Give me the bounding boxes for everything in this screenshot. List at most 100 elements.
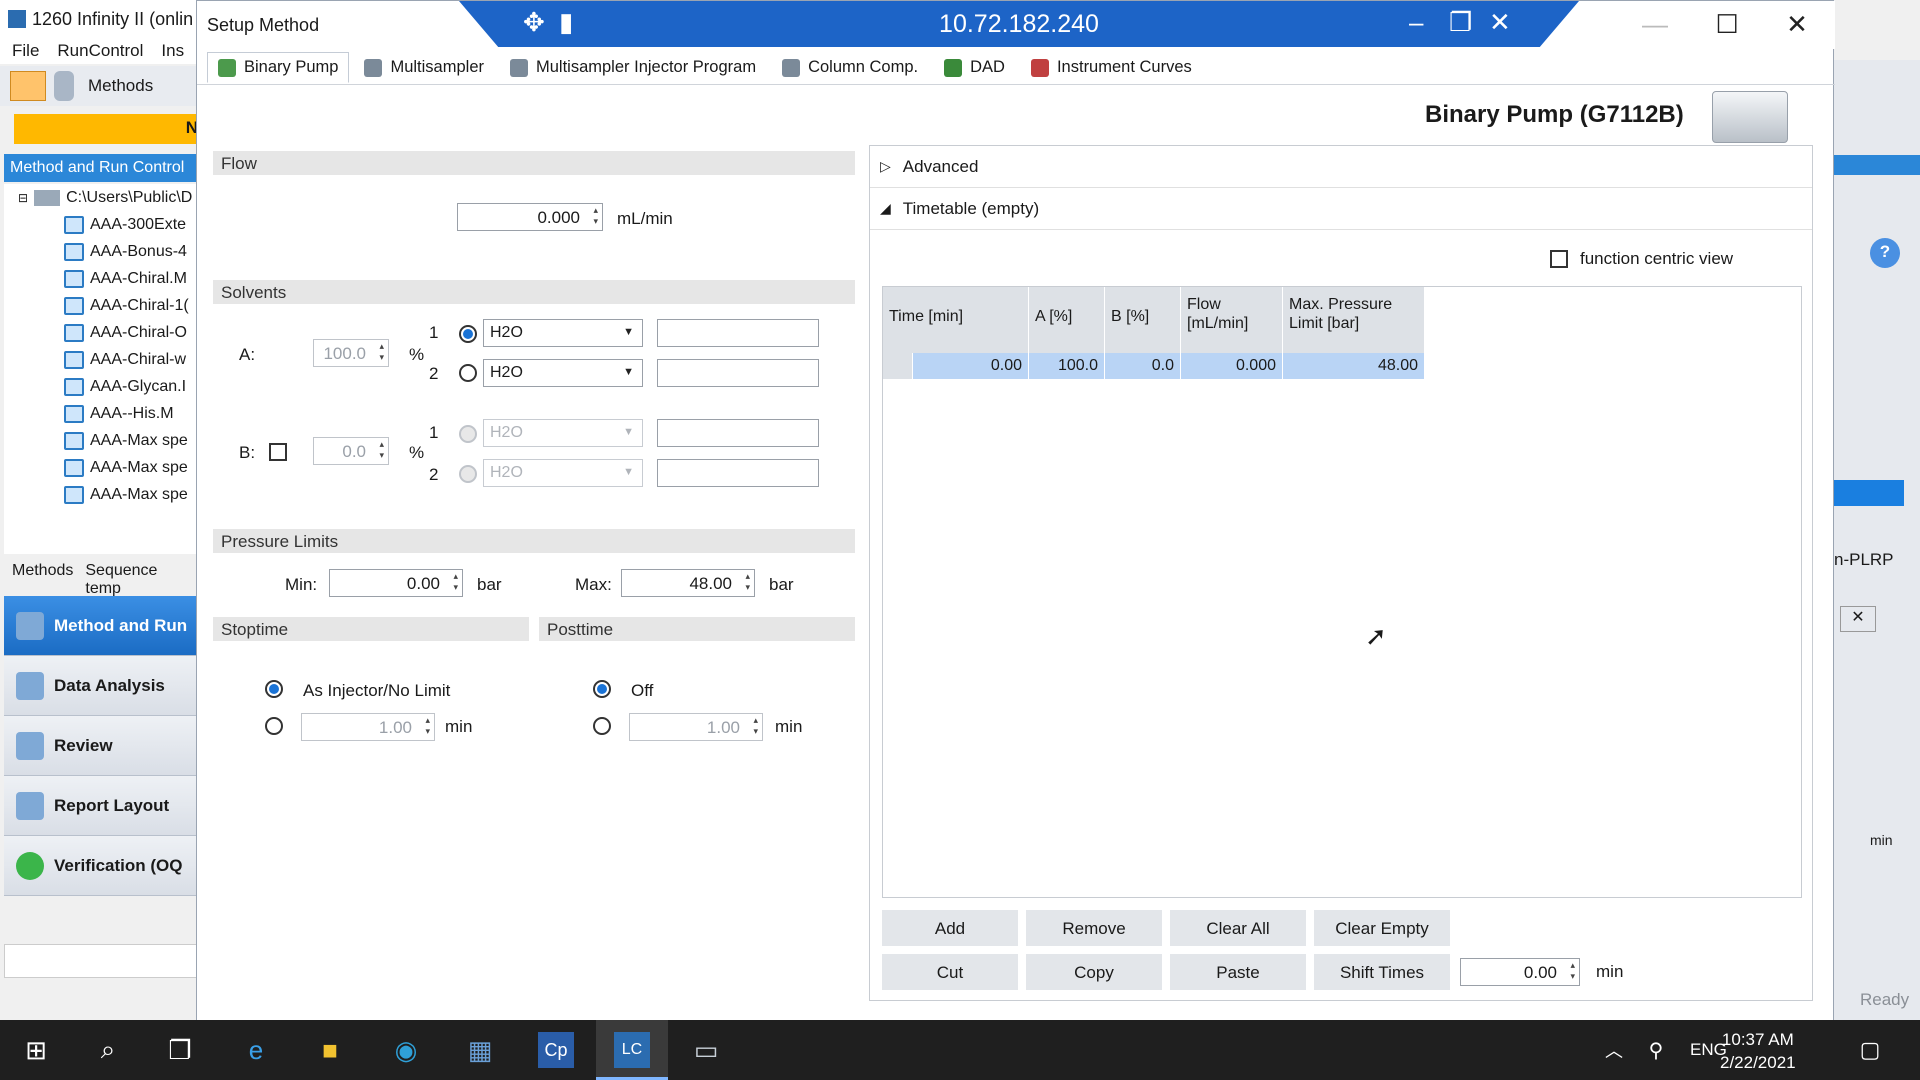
- collapse-icon[interactable]: ⊟: [18, 191, 28, 205]
- tree-root[interactable]: ⊟ C:\Users\Public\D: [4, 184, 200, 211]
- cell-max-pressure[interactable]: 48.00: [1283, 353, 1425, 379]
- tab-multisampler[interactable]: Multisampler: [353, 52, 495, 83]
- close-icon[interactable]: ✕: [1489, 7, 1511, 38]
- shift-times-input[interactable]: 0.00: [1460, 958, 1580, 986]
- tab-dad[interactable]: DAD: [933, 52, 1016, 83]
- monitor-app-icon[interactable]: ▭: [688, 1032, 724, 1068]
- restore-icon[interactable]: ❐: [1449, 7, 1472, 38]
- method-tree[interactable]: ⊟ C:\Users\Public\D AAA-300Exte AAA-Bonu…: [4, 184, 200, 554]
- posttime-off-radio[interactable]: [593, 680, 611, 698]
- folder-icon: [34, 189, 61, 206]
- cell-a[interactable]: 100.0: [1029, 353, 1105, 379]
- maximize-icon[interactable]: ☐: [1707, 9, 1747, 40]
- tree-item[interactable]: AAA-Glycan.I: [4, 373, 200, 400]
- close-icon[interactable]: ✕: [1777, 9, 1817, 40]
- flow-input[interactable]: 0.000: [457, 203, 603, 231]
- notification-icon[interactable]: ▢: [1852, 1032, 1888, 1068]
- col-time[interactable]: Time [min]: [883, 287, 1029, 353]
- tree-item[interactable]: AAA-Max spe: [4, 427, 200, 454]
- expand-icon[interactable]: ▷: [880, 158, 891, 175]
- tab-sequence-templates[interactable]: Sequence temp: [85, 562, 192, 597]
- minimize-icon[interactable]: –: [1409, 7, 1423, 38]
- tree-item[interactable]: AAA-Chiral-O: [4, 319, 200, 346]
- timetable-panel: ▷ Advanced ◢ Timetable (empty) function …: [869, 145, 1813, 1001]
- a1-solvent-select[interactable]: H2O: [483, 319, 643, 347]
- tab-instrument-curves[interactable]: Instrument Curves: [1020, 52, 1203, 83]
- nav-review[interactable]: Review: [4, 716, 200, 776]
- tree-item[interactable]: AAA-300Exte: [4, 211, 200, 238]
- cell-time[interactable]: 0.00: [913, 353, 1029, 379]
- col-max-pressure[interactable]: Max. Pressure Limit [bar]: [1283, 287, 1425, 353]
- stoptime-value-radio[interactable]: [265, 717, 283, 735]
- close-icon[interactable]: ✕: [1840, 606, 1876, 632]
- row-selector[interactable]: [883, 353, 913, 379]
- col-b[interactable]: B [%]: [1105, 287, 1181, 353]
- clear-empty-button[interactable]: Clear Empty: [1314, 910, 1450, 946]
- tab-injector-program[interactable]: Multisampler Injector Program: [499, 52, 767, 83]
- toolbar-methods[interactable]: Methods: [88, 76, 153, 96]
- col-flow[interactable]: Flow [mL/min]: [1181, 287, 1283, 353]
- tree-item[interactable]: AAA-Max spe: [4, 481, 200, 508]
- shift-times-button[interactable]: Shift Times: [1314, 954, 1450, 990]
- pressure-max-input[interactable]: 48.00: [621, 569, 755, 597]
- a1-radio[interactable]: [459, 325, 477, 343]
- nav-report-layout[interactable]: Report Layout: [4, 776, 200, 836]
- timetable-section[interactable]: ◢ Timetable (empty): [870, 188, 1812, 230]
- b2-solvent-name[interactable]: [657, 459, 819, 487]
- openlab-icon[interactable]: LC: [614, 1032, 650, 1068]
- menu-runcontrol[interactable]: RunControl: [57, 41, 143, 61]
- task-view-icon[interactable]: ❐: [162, 1032, 198, 1068]
- pressure-min-input[interactable]: 0.00: [329, 569, 463, 597]
- copy-button[interactable]: Copy: [1026, 954, 1162, 990]
- help-icon[interactable]: ?: [1870, 238, 1900, 268]
- network-icon[interactable]: ⚲: [1638, 1032, 1674, 1068]
- file-explorer-icon[interactable]: ■: [312, 1032, 348, 1068]
- minimize-icon[interactable]: —: [1635, 9, 1675, 40]
- nav-verification[interactable]: Verification (OQ: [4, 836, 200, 896]
- b1-solvent-name[interactable]: [657, 419, 819, 447]
- posttime-value-radio[interactable]: [593, 717, 611, 735]
- cut-button[interactable]: Cut: [882, 954, 1018, 990]
- method-run-icon: [16, 611, 44, 640]
- nav-data-analysis[interactable]: Data Analysis: [4, 656, 200, 716]
- advanced-section[interactable]: ▷ Advanced: [870, 146, 1812, 188]
- a1-solvent-name[interactable]: [657, 319, 819, 347]
- toolbar-icon[interactable]: [10, 71, 46, 101]
- col-a[interactable]: A [%]: [1029, 287, 1105, 353]
- toolbar-icon[interactable]: [54, 71, 74, 101]
- tree-item[interactable]: AAA-Chiral.M: [4, 265, 200, 292]
- tab-methods[interactable]: Methods: [12, 562, 73, 580]
- paste-button[interactable]: Paste: [1170, 954, 1306, 990]
- menu-ins[interactable]: Ins: [161, 41, 184, 61]
- collapse-icon[interactable]: ◢: [880, 200, 891, 217]
- remove-button[interactable]: Remove: [1026, 910, 1162, 946]
- cp-app-icon[interactable]: Cp: [538, 1032, 574, 1068]
- stoptime-no-limit-radio[interactable]: [265, 680, 283, 698]
- a2-solvent-select[interactable]: H2O: [483, 359, 643, 387]
- tree-item[interactable]: AAA--His.M: [4, 400, 200, 427]
- timetable-grid[interactable]: Time [min] A [%] B [%] Flow [mL/min] Max…: [882, 286, 1802, 898]
- tab-column-comp[interactable]: Column Comp.: [771, 52, 929, 83]
- a2-radio[interactable]: [459, 364, 477, 382]
- start-icon[interactable]: ⊞: [18, 1032, 54, 1068]
- a2-solvent-name[interactable]: [657, 359, 819, 387]
- tree-item[interactable]: AAA-Max spe: [4, 454, 200, 481]
- search-icon[interactable]: ⌕: [90, 1032, 126, 1068]
- menu-file[interactable]: File: [12, 41, 39, 61]
- taskbar-clock[interactable]: 10:37 AM 2/22/2021: [1720, 1028, 1796, 1074]
- nav-method-and-run[interactable]: Method and Run: [4, 596, 200, 656]
- solvent-b-checkbox[interactable]: [269, 443, 287, 461]
- tab-binary-pump[interactable]: Binary Pump: [207, 52, 350, 83]
- cell-flow[interactable]: 0.000: [1181, 353, 1283, 379]
- internet-explorer-icon[interactable]: e: [238, 1032, 274, 1068]
- edge-icon[interactable]: ◉: [388, 1032, 424, 1068]
- tree-item[interactable]: AAA-Chiral-w: [4, 346, 200, 373]
- clear-all-button[interactable]: Clear All: [1170, 910, 1306, 946]
- cell-b[interactable]: 0.0: [1105, 353, 1181, 379]
- calculator-icon[interactable]: ▦: [462, 1032, 498, 1068]
- tree-item[interactable]: AAA-Chiral-1(: [4, 292, 200, 319]
- tree-item[interactable]: AAA-Bonus-4: [4, 238, 200, 265]
- add-button[interactable]: Add: [882, 910, 1018, 946]
- chevron-up-icon[interactable]: ︿: [1596, 1032, 1632, 1068]
- function-centric-checkbox[interactable]: [1550, 250, 1568, 268]
